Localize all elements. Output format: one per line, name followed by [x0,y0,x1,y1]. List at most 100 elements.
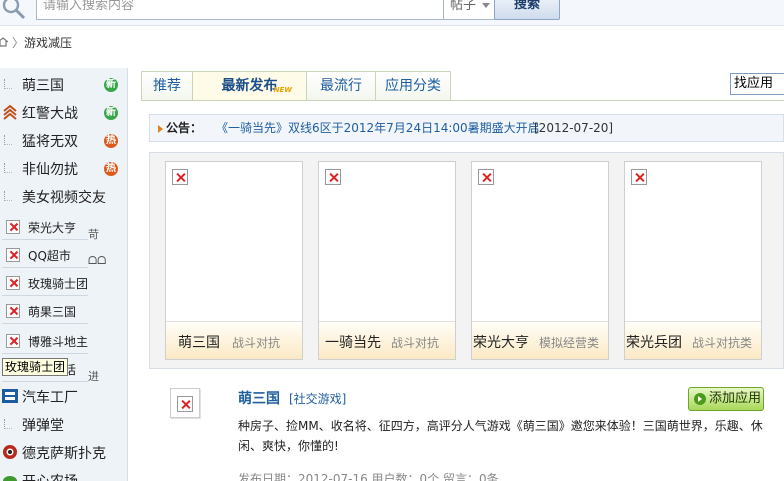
search-button[interactable]: 搜索 [494,0,560,20]
sidebar-item-label: 荣光大亨 [28,221,77,235]
tabs-divider [141,100,784,101]
sidebar-item-video-dating[interactable]: 美女视频交友 [0,182,127,210]
add-app-label: 添加应用 [709,391,762,406]
top-search-bar: 请输入搜索内容 帖子 搜索 [0,0,784,26]
sidebar-item-label: 弹弹堂 [22,418,64,434]
sidebar-item-mengsanguo[interactable]: 萌三国 新 [0,70,127,98]
rank-chevron-icon [3,104,17,120]
home-icon[interactable] [0,37,8,47]
sidebar-item-feixian[interactable]: 非仙勿扰 热 [0,154,127,182]
notice-date: [2012-07-20] [534,121,614,135]
chevron-right-icon: 〉 [12,36,25,50]
featured-name[interactable]: 荣光大亨 [473,332,529,352]
hot-badge: 热 [104,162,118,176]
app-icon-placeholder [4,79,12,89]
featured-caption: 一骑当先 战斗对抗 [319,322,455,359]
featured-card[interactable]: 一骑当先 战斗对抗 [318,161,456,360]
app-icon-placeholder [4,135,12,145]
sidebar-item-happy-farm[interactable]: 开心农场 [0,466,127,481]
sidebar-item-dandantang[interactable]: 弹弹堂 [0,410,127,438]
search-type-select[interactable]: 帖子 [444,0,496,20]
sidebar-item-label: QQ超市 [28,249,71,263]
farm-leaf-icon [3,476,17,481]
app-icon-placeholder [4,419,12,429]
sidebar-item-car-factory[interactable]: 汽车工厂 [0,382,127,410]
sidebar-item-label: 红警大战 [22,106,78,122]
broken-image-icon [325,169,341,185]
overlay-glyph: ᗝᗝ [88,254,107,267]
sidebar-item-label: 萌三国 [22,78,64,94]
app-thumbnail[interactable] [170,388,200,418]
broken-image-icon [177,396,193,412]
car-factory-icon [2,389,18,403]
app-description: 种房子、捡MM、收名将、征四方，高评分人气游戏《萌三国》邀您来体验！三国萌世界，… [238,419,763,453]
search-input[interactable]: 请输入搜索内容 [36,0,444,20]
poker-chip-icon [3,445,17,459]
tab-popular[interactable]: 最流行 [306,71,376,101]
sidebar-item-rose-knights[interactable]: 玫瑰骑士团 [2,270,88,296]
sidebar-item-label: 德克萨斯扑克 [22,446,106,462]
new-badge: 新 [104,78,118,92]
add-app-button[interactable]: 添加应用 [688,387,764,411]
app-icon-placeholder [4,191,12,201]
app-title[interactable]: 萌三国 [238,388,280,408]
sidebar-item-rongguang[interactable]: 荣光大亨 [2,214,88,240]
chevron-down-icon [482,3,490,8]
broken-image-icon [6,220,20,234]
featured-image[interactable] [319,162,455,322]
featured-caption: 荣光大亨 模拟经营类 [472,322,608,359]
breadcrumb-current: 游戏减压 [24,36,73,50]
notice-bar: 公告： 《一骑当先》双线6区于2012年7月24日14:00暑期盛大开启 [20… [149,114,784,142]
app-category-tag[interactable]: [社交游戏] [289,390,346,407]
search-icon[interactable] [2,0,28,22]
featured-category: 战斗对抗 [391,336,440,350]
tab-recommend[interactable]: 推荐 [141,71,193,101]
new-badge: 新 [104,106,118,120]
sidebar-item-label: 博雅斗地主 [28,335,89,349]
featured-name[interactable]: 荣光兵团 [626,332,682,352]
tab-label: 应用分类 [385,78,441,94]
overlay-glyph: 苛 [88,228,99,241]
sidebar: 萌三国 新 红警大战 新 猛将无双 热 非仙勿扰 热 美女视频交友 荣光大亨 苛… [0,68,128,481]
sidebar-item-label: 开心农场 [22,471,78,481]
tab-label: 最流行 [320,78,362,94]
hot-badge: 热 [104,134,118,148]
featured-card[interactable]: 荣光大亨 模拟经营类 [471,161,609,360]
sidebar-item-mengjiang[interactable]: 猛将无双 热 [0,126,127,154]
sidebar-item-label: 汽车工厂 [22,390,78,406]
featured-image[interactable] [472,162,608,322]
sidebar-item-label: 猛将无双 [22,134,78,150]
featured-caption: 萌三国 战斗对抗 [166,322,302,359]
sidebar-item-label: 美女视频交友 [22,190,106,206]
sidebar-item-label: 玫瑰骑士团 [28,277,89,291]
sidebar-item-mengguo[interactable]: 萌果三国 [2,298,88,324]
broken-image-icon [6,304,20,318]
featured-image[interactable] [625,162,761,322]
tab-label: 推荐 [153,78,181,94]
find-app-input[interactable]: 找应用 [730,73,784,95]
tab-label: 最新发布 [221,78,278,94]
featured-apps: 萌三国 战斗对抗 一骑当先 战斗对抗 荣光大亨 模拟经营类 荣光兵团 战斗对抗类 [149,152,784,369]
broken-image-icon [6,276,20,290]
featured-card[interactable]: 萌三国 战斗对抗 [165,161,303,360]
featured-name[interactable]: 萌三国 [178,332,220,352]
sidebar-item-hongjing[interactable]: 红警大战 新 [0,98,127,126]
app-meta: 发布日期：2012-07-16 用户数：0个 留言：0条 [238,472,499,481]
featured-name[interactable]: 一骑当先 [325,332,381,352]
featured-category: 模拟经营类 [539,336,600,350]
sidebar-item-qq-supermarket[interactable]: QQ超市 [2,242,88,268]
featured-card[interactable]: 荣光兵团 战斗对抗类 [624,161,762,360]
sidebar-item-texas-poker[interactable]: 德克萨斯扑克 [0,438,127,466]
broken-image-icon [478,169,494,185]
featured-caption: 荣光兵团 战斗对抗类 [625,322,761,359]
arrow-right-icon [694,393,706,405]
featured-category: 战斗对抗 [232,336,281,350]
sidebar-item-boya-doudizhu[interactable]: 博雅斗地主 [2,328,88,354]
featured-image[interactable] [166,162,302,322]
notice-link[interactable]: 《一骑当先》双线6区于2012年7月24日14:00暑期盛大开启 [216,115,540,141]
broken-image-icon [172,169,188,185]
tab-latest[interactable]: 最新发布 NEW [192,71,307,101]
tab-categories[interactable]: 应用分类 [375,71,451,101]
search-type-label: 帖子 [450,0,477,13]
sidebar-tooltip: 玫瑰骑士团 [2,358,69,376]
